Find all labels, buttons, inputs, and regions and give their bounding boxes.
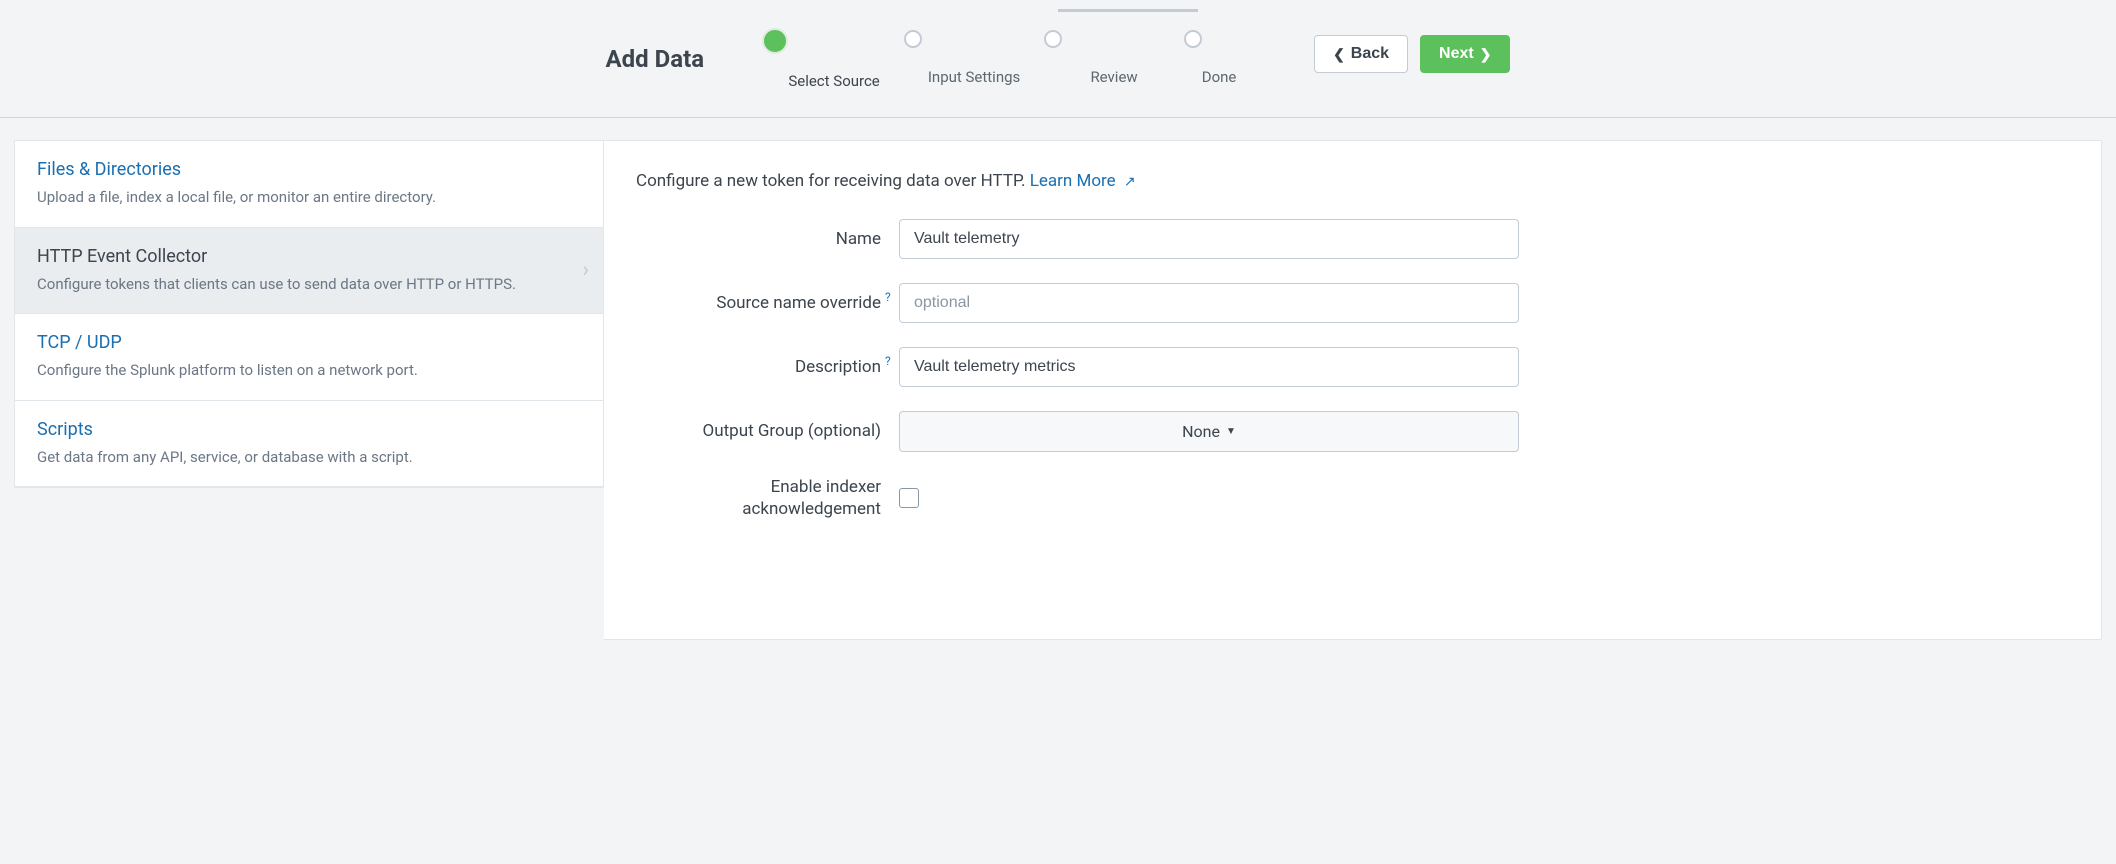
step-label: Input Settings — [904, 68, 1044, 86]
field-label-source-override: Source name override ? — [636, 292, 881, 314]
step-label: Review — [1044, 68, 1184, 86]
sidebar-item-desc: Upload a file, index a local file, or mo… — [37, 186, 583, 209]
content-area: Files & Directories Upload a file, index… — [0, 118, 2116, 662]
page-title: Add Data — [606, 45, 705, 73]
sidebar-item-desc: Configure the Splunk platform to listen … — [37, 359, 583, 382]
learn-more-link[interactable]: Learn More ↗ — [1030, 171, 1136, 191]
field-row-output-group: Output Group (optional) None ▼ — [636, 411, 2069, 452]
caret-down-icon: ▼ — [1226, 426, 1236, 437]
help-icon[interactable]: ? — [885, 354, 891, 370]
step-review: Review — [1044, 30, 1184, 86]
intro-text-content: Configure a new token for receiving data… — [636, 171, 1030, 191]
back-button-label: Back — [1351, 45, 1389, 63]
step-label: Done — [1184, 68, 1254, 86]
name-input[interactable] — [899, 219, 1519, 259]
sidebar-item-tcp-udp[interactable]: TCP / UDP Configure the Splunk platform … — [15, 314, 603, 401]
step-dot-select-source — [764, 30, 786, 52]
field-row-indexer-ack: Enable indexer acknowledgement — [636, 476, 2069, 520]
intro-text: Configure a new token for receiving data… — [636, 171, 2069, 191]
sidebar-item-desc: Configure tokens that clients can use to… — [37, 273, 583, 296]
sidebar-item-files-directories[interactable]: Files & Directories Upload a file, index… — [15, 141, 603, 228]
field-row-description: Description ? — [636, 347, 2069, 387]
field-label-indexer-ack: Enable indexer acknowledgement — [636, 476, 881, 520]
wizard-buttons: ❮ Back Next ❯ — [1314, 35, 1510, 73]
wizard-steps: Select Source Input Settings Review Done — [764, 20, 1254, 90]
field-row-name: Name — [636, 219, 2069, 259]
next-button[interactable]: Next ❯ — [1420, 35, 1510, 73]
step-dot-input-settings — [904, 30, 922, 48]
description-input[interactable] — [899, 347, 1519, 387]
sidebar-item-title: Scripts — [37, 419, 583, 440]
sidebar-item-http-event-collector[interactable]: HTTP Event Collector Configure tokens th… — [15, 228, 603, 315]
wizard-header: Add Data Select Source Input Settings Re… — [0, 0, 2116, 118]
sidebar-item-title: HTTP Event Collector — [37, 246, 583, 267]
sidebar-item-title: TCP / UDP — [37, 332, 583, 353]
step-input-settings: Input Settings — [904, 30, 1044, 86]
source-override-input[interactable] — [899, 283, 1519, 323]
chevron-right-icon: ❯ — [1480, 46, 1492, 63]
chevron-left-icon: ❮ — [1333, 46, 1345, 63]
output-group-selected: None — [1182, 422, 1220, 441]
field-label-description: Description ? — [636, 356, 881, 378]
next-button-label: Next — [1439, 45, 1474, 63]
step-line — [1058, 9, 1128, 12]
chevron-right-icon: › — [582, 258, 589, 283]
step-done: Done — [1184, 30, 1254, 86]
help-icon[interactable]: ? — [885, 290, 891, 306]
sidebar-item-title: Files & Directories — [37, 159, 583, 180]
field-label-output-group: Output Group (optional) — [636, 420, 881, 442]
back-button[interactable]: ❮ Back — [1314, 35, 1408, 73]
field-row-source-override: Source name override ? — [636, 283, 2069, 323]
step-dot-done — [1184, 30, 1202, 48]
indexer-ack-checkbox[interactable] — [899, 488, 919, 508]
step-select-source: Select Source — [764, 30, 904, 90]
sidebar-item-desc: Get data from any API, service, or datab… — [37, 446, 583, 469]
field-label-name: Name — [636, 228, 881, 250]
learn-more-label: Learn More — [1030, 171, 1116, 191]
config-panel: Configure a new token for receiving data… — [604, 140, 2102, 640]
external-link-icon: ↗ — [1124, 174, 1136, 190]
sidebar-item-scripts[interactable]: Scripts Get data from any API, service, … — [15, 401, 603, 488]
output-group-select[interactable]: None ▼ — [899, 411, 1519, 452]
step-dot-review — [1044, 30, 1062, 48]
step-label: Select Source — [764, 72, 904, 90]
source-type-sidebar: Files & Directories Upload a file, index… — [14, 140, 604, 488]
